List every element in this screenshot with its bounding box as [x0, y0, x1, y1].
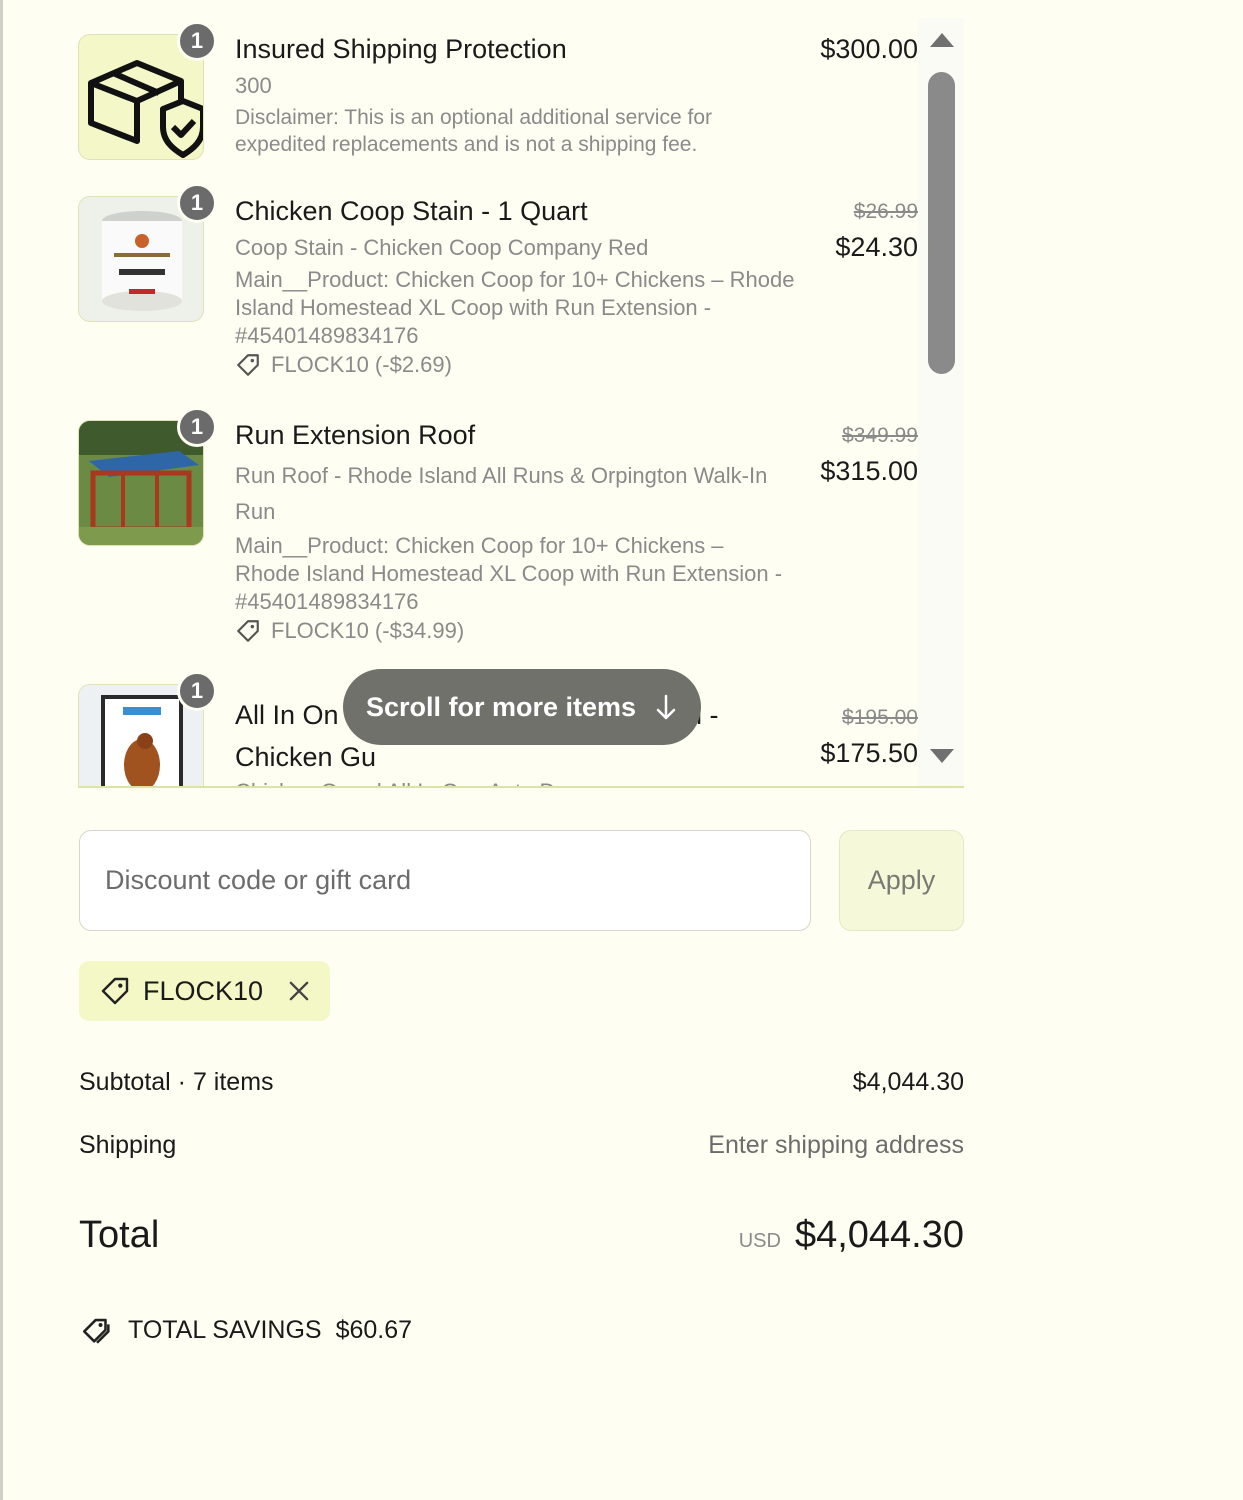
apply-discount-button[interactable]: Apply	[839, 830, 964, 931]
discount-code-text: FLOCK10 (-$34.99)	[271, 618, 465, 643]
item-price: $315.00	[820, 456, 918, 486]
item-title: All In On	[235, 700, 339, 730]
item-original-price: $26.99	[853, 200, 918, 223]
window-edge	[0, 0, 3, 1500]
discount-code-input[interactable]	[79, 830, 811, 931]
item-title: Run Extension Roof	[235, 420, 476, 450]
scroll-for-more-button[interactable]: Scroll for more items	[343, 669, 701, 745]
subtotal-row: Subtotal · 7 items $4,044.30	[79, 1068, 964, 1097]
applied-discount-code: FLOCK10	[143, 975, 264, 1006]
item-title-line2: Chicken Gu	[235, 742, 377, 772]
discount-code-text: FLOCK10 (-$2.69)	[271, 352, 452, 377]
applied-discount-chip: FLOCK10	[79, 961, 330, 1021]
savings-label: TOTAL SAVINGS	[128, 1315, 322, 1344]
item-variant: 300	[235, 73, 272, 98]
subtotal-label: Subtotal · 7 items	[79, 1068, 274, 1096]
scroll-up-arrow-icon[interactable]	[930, 33, 954, 47]
item-original-price: $195.00	[842, 706, 918, 729]
total-savings: TOTAL SAVINGS $60.67	[80, 1313, 412, 1347]
remove-discount-icon[interactable]	[285, 977, 313, 1005]
shipping-label: Shipping	[79, 1131, 177, 1159]
scroll-hint-label: Scroll for more items	[365, 691, 637, 722]
tag-icon	[237, 354, 259, 376]
quantity-badge: 1	[177, 671, 217, 711]
scrollbar-thumb[interactable]	[928, 72, 955, 374]
item-price: $175.50	[820, 738, 918, 768]
item-discount: FLOCK10 (-$2.69)	[235, 352, 795, 378]
arrow-down-icon	[656, 694, 676, 720]
item-original-price: $349.99	[842, 424, 918, 447]
item-variant: Chicken Guard All In One Auto Door	[235, 778, 755, 786]
item-description: Main__Product: Chicken Coop for 10+ Chic…	[235, 267, 795, 348]
shipping-row: Shipping Enter shipping address	[79, 1131, 964, 1160]
item-discount: FLOCK10 (-$34.99)	[235, 618, 785, 644]
item-variant: Run Roof - Rhode Island All Runs & Orpin…	[235, 463, 768, 524]
quantity-badge: 1	[177, 183, 217, 223]
item-variant: Coop Stain - Chicken Coop Company Red	[235, 235, 649, 260]
scroll-down-arrow-icon[interactable]	[930, 749, 954, 763]
quantity-badge: 1	[177, 21, 217, 61]
tag-icon	[101, 977, 129, 1005]
subtotal-value: $4,044.30	[852, 1068, 964, 1096]
total-value: $4,044.30	[794, 1214, 964, 1256]
total-row: Total USD $4,044.30	[79, 1214, 964, 1257]
shipping-value: Enter shipping address	[708, 1131, 964, 1159]
currency-code: USD	[738, 1230, 781, 1252]
item-description: Disclaimer: This is an optional addition…	[235, 106, 712, 156]
tag-icon	[237, 620, 259, 642]
tags-icon	[82, 1318, 110, 1347]
item-title: Chicken Coop Stain - 1 Quart	[235, 196, 588, 226]
item-description: Main__Product: Chicken Coop for 10+ Chic…	[235, 533, 783, 614]
total-label: Total	[79, 1214, 160, 1256]
item-title: Insured Shipping Protection	[235, 34, 567, 64]
quantity-badge: 1	[177, 407, 217, 447]
savings-value: $60.67	[335, 1315, 413, 1344]
item-price: $300.00	[820, 34, 918, 64]
item-price: $24.30	[835, 232, 918, 262]
